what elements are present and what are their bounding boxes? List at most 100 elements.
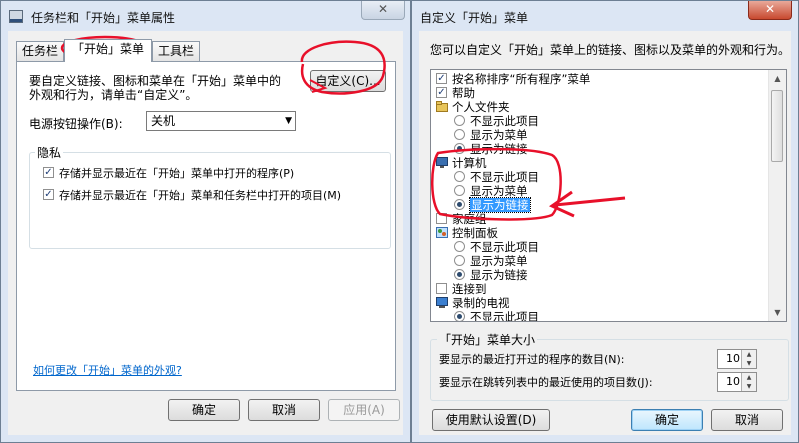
option-radio[interactable]	[454, 241, 465, 252]
list-item[interactable]: 显示为菜单	[431, 254, 761, 268]
option-radio[interactable]	[454, 171, 465, 182]
tab-toolbars[interactable]: 工具栏	[152, 41, 200, 62]
spin-arrows-icon[interactable]: ▲ ▼	[741, 373, 756, 391]
list-item[interactable]: 显示为链接	[431, 142, 761, 156]
ok-button[interactable]: 确定	[168, 399, 240, 421]
option-radio[interactable]	[454, 115, 465, 126]
menu-size-group-label: 「开始」菜单大小	[437, 331, 538, 348]
tab-taskbar[interactable]: 任务栏	[16, 41, 64, 62]
recent-programs-value: 10	[726, 352, 740, 365]
list-item-label: 显示为菜单	[470, 254, 528, 268]
privacy-group-label: 隐私	[35, 144, 64, 161]
dialog-body: 您可以自定义「开始」菜单上的链接、图标以及菜单的外观和行为。 ✓ 按名称排序“所有…	[419, 31, 791, 435]
option-checkbox[interactable]: ✓	[436, 87, 447, 98]
list-item-label: 显示为菜单	[470, 184, 528, 198]
title-bar[interactable]: 自定义「开始」菜单 ✕	[412, 1, 798, 31]
option-radio[interactable]	[454, 311, 465, 321]
tv-icon	[436, 297, 448, 308]
vertical-scrollbar[interactable]: ▲ ▼	[768, 70, 786, 321]
customize-description-line2: 外观和行为，请单击“自定义”。	[29, 88, 198, 102]
use-defaults-button[interactable]: 使用默认设置(D)	[432, 409, 550, 431]
list-item[interactable]: 显示为链接	[431, 268, 761, 282]
folder-icon	[436, 101, 448, 112]
taskbar-properties-window: 任务栏和「开始」菜单属性 ✕ 任务栏 「开始」菜单 工具栏 要自定义链接、图标和…	[0, 0, 411, 443]
option-checkbox[interactable]: ✓	[436, 73, 447, 84]
dialog-body: 任务栏 「开始」菜单 工具栏 要自定义链接、图标和菜单在「开始」菜单中的 外观和…	[8, 31, 403, 435]
list-item-label: 显示为菜单	[470, 128, 528, 142]
customize-button[interactable]: 自定义(C)...	[310, 70, 386, 92]
list-item[interactable]: 不显示此项目	[431, 170, 761, 184]
recent-programs-stepper[interactable]: 10 ▲ ▼	[717, 349, 757, 369]
list-item-label: 控制面板	[452, 226, 498, 240]
list-item: 录制的电视	[431, 296, 761, 310]
option-radio[interactable]	[454, 129, 465, 140]
list-item[interactable]: 显示为链接	[431, 197, 761, 213]
recent-programs-label: 存储并显示最近在「开始」菜单中打开的程序(P)	[59, 167, 295, 180]
list-item-label: 录制的电视	[452, 296, 510, 310]
window-title: 任务栏和「开始」菜单属性	[31, 11, 176, 25]
dialog-description: 您可以自定义「开始」菜单上的链接、图标以及菜单的外观和行为。	[430, 43, 791, 57]
list-item: 个人文件夹	[431, 100, 761, 114]
close-button[interactable]: ✕	[361, 1, 405, 20]
list-item[interactable]: ✓ 按名称排序“所有程序”菜单	[431, 72, 761, 86]
recent-programs-checkbox[interactable]: ✓	[43, 167, 54, 178]
spin-arrows-icon[interactable]: ▲ ▼	[741, 350, 756, 368]
list-item[interactable]: 不显示此项目	[431, 114, 761, 128]
control-panel-icon	[436, 227, 448, 238]
list-item-label: 显示为链接	[470, 268, 528, 282]
title-bar[interactable]: 任务栏和「开始」菜单属性 ✕	[1, 1, 410, 31]
power-button-dropdown[interactable]: 关机 ▼	[146, 111, 296, 131]
jump-list-value: 10	[726, 375, 740, 388]
start-menu-options-list[interactable]: ✓ 按名称排序“所有程序”菜单 ✓ 帮助 个人文件夹 不显示此项目 显示为菜单 显示为链接 计算…	[430, 69, 787, 322]
cancel-button[interactable]: 取消	[711, 409, 783, 431]
ok-button[interactable]: 确定	[631, 409, 703, 431]
option-radio[interactable]	[454, 143, 465, 154]
jump-list-stepper[interactable]: 10 ▲ ▼	[717, 372, 757, 392]
recent-programs-count-label: 要显示的最近打开过的程序的数目(N):	[439, 353, 625, 366]
list-item[interactable]: ✓ 帮助	[431, 86, 761, 100]
window-title: 自定义「开始」菜单	[420, 11, 529, 25]
list-item-label: 不显示此项目	[470, 240, 539, 254]
help-link[interactable]: 如何更改「开始」菜单的外观?	[33, 362, 182, 378]
scroll-up-icon[interactable]: ▲	[769, 70, 786, 87]
list-item-label: 连接到	[452, 282, 487, 296]
close-button[interactable]: ✕	[748, 1, 792, 20]
list-item[interactable]: 不显示此项目	[431, 310, 761, 322]
list-item-label: 计算机	[452, 156, 487, 170]
recent-items-checkbox[interactable]: ✓	[43, 189, 54, 200]
list-item[interactable]: 显示为菜单	[431, 184, 761, 198]
jump-list-count-label: 要显示在跳转列表中的最近使用的项目数(J):	[439, 376, 653, 389]
taskbar-app-icon	[9, 10, 23, 23]
cancel-button[interactable]: 取消	[248, 399, 320, 421]
list-item[interactable]: 连接到	[431, 282, 761, 296]
list-item-label: 家庭组	[452, 212, 487, 226]
list-item-label: 按名称排序“所有程序”菜单	[452, 72, 591, 86]
recent-items-label: 存储并显示最近在「开始」菜单和任务栏中打开的项目(M)	[59, 189, 342, 202]
list-item: 计算机	[431, 156, 761, 170]
list-item[interactable]: 不显示此项目	[431, 240, 761, 254]
option-radio[interactable]	[454, 255, 465, 266]
scroll-down-icon[interactable]: ▼	[769, 304, 786, 321]
option-radio[interactable]	[454, 199, 465, 210]
list-item[interactable]: 家庭组	[431, 212, 761, 226]
option-checkbox[interactable]	[436, 213, 447, 224]
customize-start-menu-window: 自定义「开始」菜单 ✕ 您可以自定义「开始」菜单上的链接、图标以及菜单的外观和行…	[411, 0, 799, 443]
option-radio[interactable]	[454, 185, 465, 196]
option-checkbox[interactable]	[436, 283, 447, 294]
power-button-value: 关机	[151, 114, 176, 128]
scroll-thumb[interactable]	[771, 90, 783, 162]
option-radio[interactable]	[454, 269, 465, 280]
start-menu-tab-panel: 要自定义链接、图标和菜单在「开始」菜单中的 外观和行为，请单击“自定义”。 自定…	[16, 61, 396, 391]
list-item: 控制面板	[431, 226, 761, 240]
computer-icon	[436, 157, 448, 168]
chevron-down-icon: ▼	[285, 116, 292, 126]
apply-button[interactable]: 应用(A)	[328, 399, 400, 421]
list-item-label: 不显示此项目	[470, 310, 539, 322]
list-item-label: 显示为链接	[470, 142, 528, 156]
list-item-label: 不显示此项目	[470, 114, 539, 128]
list-item-label: 不显示此项目	[470, 170, 539, 184]
list-item-label: 显示为链接	[469, 197, 531, 213]
list-item-label: 个人文件夹	[452, 100, 510, 114]
list-item[interactable]: 显示为菜单	[431, 128, 761, 142]
tab-start-menu[interactable]: 「开始」菜单	[64, 39, 152, 62]
